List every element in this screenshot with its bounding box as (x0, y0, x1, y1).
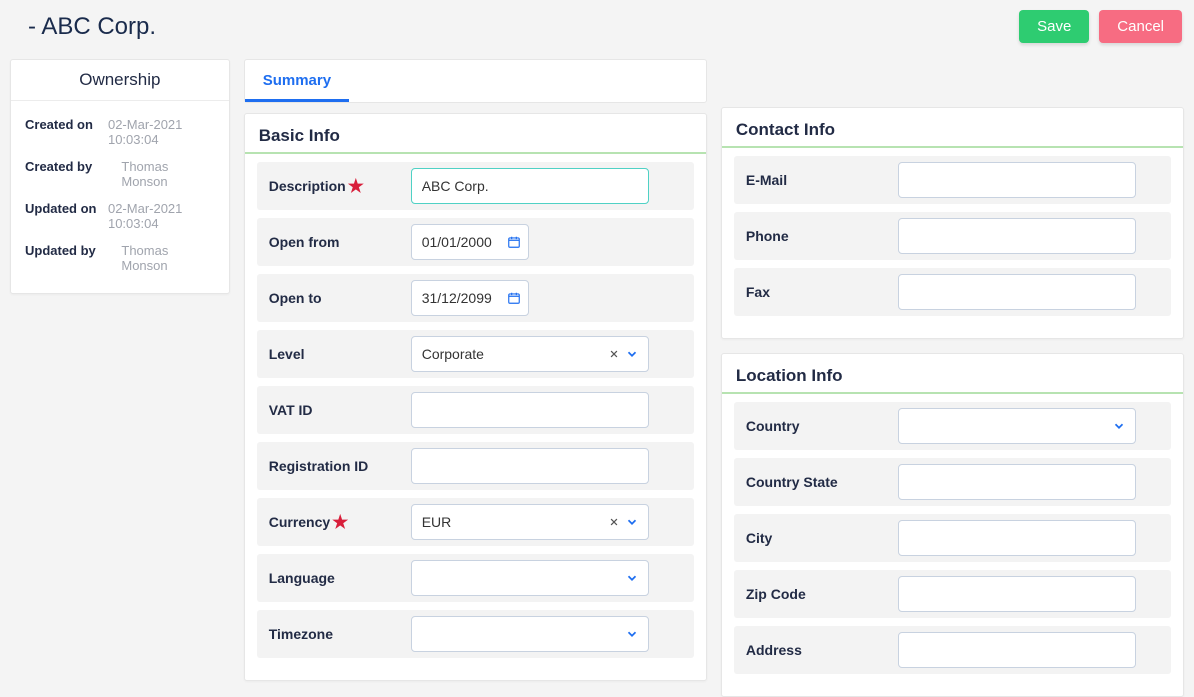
open-from-input-wrap (411, 224, 529, 260)
chevron-down-icon[interactable] (625, 571, 639, 585)
timezone-row: Timezone (257, 610, 694, 658)
ownership-row: Created by Thomas Monson (25, 153, 215, 195)
country-label: Country (740, 418, 898, 434)
calendar-icon[interactable] (507, 235, 521, 249)
address-input[interactable] (898, 632, 1136, 668)
chevron-down-icon[interactable] (625, 347, 639, 361)
open-to-label: Open to (263, 290, 411, 306)
vat-id-row: VAT ID (257, 386, 694, 434)
level-select[interactable]: Corporate (411, 336, 649, 372)
calendar-icon[interactable] (507, 291, 521, 305)
language-select[interactable] (411, 560, 649, 596)
contact-info-title: Contact Info (722, 108, 1183, 148)
contact-info-panel: Contact Info E-Mail Phone Fax (721, 107, 1184, 339)
phone-label: Phone (740, 228, 898, 244)
description-label: Description ★ (263, 178, 411, 194)
page-title: - ABC Corp. (12, 13, 156, 41)
ownership-row: Updated by Thomas Monson (25, 237, 215, 279)
ownership-row: Updated on 02-Mar-2021 10:03:04 (25, 195, 215, 237)
registration-id-label: Registration ID (263, 458, 411, 474)
basic-info-title: Basic Info (245, 114, 706, 154)
phone-row: Phone (734, 212, 1171, 260)
city-row: City (734, 514, 1171, 562)
country-row: Country (734, 402, 1171, 450)
currency-select[interactable]: EUR (411, 504, 649, 540)
currency-label: Currency ★ (263, 514, 411, 530)
required-star-icon: ★ (348, 181, 364, 192)
ownership-value: 02-Mar-2021 10:03:04 (108, 201, 215, 231)
level-row: Level Corporate (257, 330, 694, 378)
registration-id-row: Registration ID (257, 442, 694, 490)
city-label: City (740, 530, 898, 546)
chevron-down-icon[interactable] (1112, 419, 1126, 433)
location-info-title: Location Info (722, 354, 1183, 394)
description-row: Description ★ (257, 162, 694, 210)
ownership-label: Updated by (25, 243, 121, 258)
open-from-row: Open from (257, 218, 694, 266)
tab-summary[interactable]: Summary (245, 60, 349, 102)
ownership-card: Ownership Created on 02-Mar-2021 10:03:0… (10, 59, 230, 294)
address-row: Address (734, 626, 1171, 674)
ownership-value: Thomas Monson (121, 243, 214, 273)
registration-id-input[interactable] (411, 448, 649, 484)
header-actions: Save Cancel (1019, 10, 1182, 43)
email-label: E-Mail (740, 172, 898, 188)
email-input[interactable] (898, 162, 1136, 198)
timezone-value (411, 616, 649, 652)
fax-input[interactable] (898, 274, 1136, 310)
ownership-label: Created on (25, 117, 108, 132)
city-input[interactable] (898, 520, 1136, 556)
fax-row: Fax (734, 268, 1171, 316)
language-row: Language (257, 554, 694, 602)
location-info-panel: Location Info Country Country State (721, 353, 1184, 697)
address-label: Address (740, 642, 898, 658)
basic-info-panel: Basic Info Description ★ Open from (244, 113, 707, 681)
tabs: Summary (244, 59, 707, 103)
country-state-input[interactable] (898, 464, 1136, 500)
country-state-label: Country State (740, 474, 898, 490)
description-input-wrap (411, 168, 649, 204)
timezone-label: Timezone (263, 626, 411, 642)
level-label: Level (263, 346, 411, 362)
country-select[interactable] (898, 408, 1136, 444)
zip-code-row: Zip Code (734, 570, 1171, 618)
required-star-icon: ★ (332, 517, 348, 528)
country-value (898, 408, 1136, 444)
chevron-down-icon[interactable] (625, 515, 639, 529)
vat-id-input[interactable] (411, 392, 649, 428)
clear-icon[interactable] (609, 349, 619, 359)
ownership-row: Created on 02-Mar-2021 10:03:04 (25, 111, 215, 153)
ownership-label: Updated on (25, 201, 108, 216)
cancel-button[interactable]: Cancel (1099, 10, 1182, 43)
clear-icon[interactable] (609, 517, 619, 527)
ownership-list: Created on 02-Mar-2021 10:03:04 Created … (11, 101, 229, 293)
country-state-row: Country State (734, 458, 1171, 506)
ownership-label: Created by (25, 159, 121, 174)
zip-code-input[interactable] (898, 576, 1136, 612)
fax-label: Fax (740, 284, 898, 300)
ownership-value: 02-Mar-2021 10:03:04 (108, 117, 215, 147)
phone-input[interactable] (898, 218, 1136, 254)
page-header: - ABC Corp. Save Cancel (0, 0, 1194, 59)
ownership-title: Ownership (11, 60, 229, 101)
ownership-value: Thomas Monson (121, 159, 214, 189)
vat-id-label: VAT ID (263, 402, 411, 418)
language-label: Language (263, 570, 411, 586)
open-to-input-wrap (411, 280, 529, 316)
open-from-label: Open from (263, 234, 411, 250)
zip-code-label: Zip Code (740, 586, 898, 602)
chevron-down-icon[interactable] (625, 627, 639, 641)
email-row: E-Mail (734, 156, 1171, 204)
timezone-select[interactable] (411, 616, 649, 652)
currency-row: Currency ★ EUR (257, 498, 694, 546)
open-to-row: Open to (257, 274, 694, 322)
description-input[interactable] (411, 168, 649, 204)
save-button[interactable]: Save (1019, 10, 1089, 43)
language-value (411, 560, 649, 596)
